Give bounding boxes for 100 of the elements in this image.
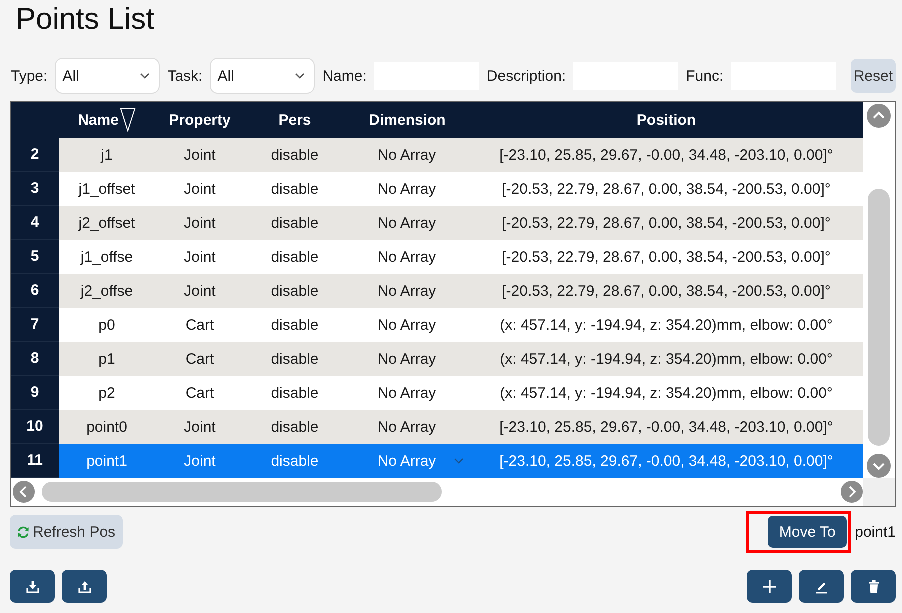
scroll-left-icon[interactable]: [13, 481, 35, 503]
table-cell-text: [-20.53, 22.79, 28.67, 0.00, 38.54, -200.53, 0.00]°: [501, 180, 832, 200]
move-to-button[interactable]: Move To: [768, 516, 848, 548]
filter-label: Task:: [168, 68, 203, 84]
row-number: 3: [11, 172, 59, 206]
table-cell-text: disable: [270, 418, 320, 438]
edit-button[interactable]: [799, 570, 844, 603]
table-cell-text: [-23.10, 25.85, 29.67, -0.00, 34.48, -203.10, 0.00]°: [498, 452, 834, 472]
table-cell-text: disable: [270, 316, 320, 336]
table-cell-text: No Array: [376, 350, 438, 370]
table-cell-text: Joint: [183, 282, 217, 302]
row-number: 11: [11, 444, 59, 478]
scroll-down-icon[interactable]: [867, 454, 891, 478]
table-cell-text: Joint: [183, 180, 217, 200]
table-cell-text: disable: [270, 146, 320, 166]
row-number: 5: [11, 240, 59, 274]
upload-button[interactable]: [62, 570, 107, 603]
table-cell-text: (x: 457.14, y: -194.94, z: 354.20)mm, elbow: 0.00°: [499, 350, 834, 370]
table-cell-text: j1_offset: [77, 180, 136, 200]
table-cell-text: No Array: [376, 146, 438, 166]
table-cell-text: disable: [270, 214, 320, 234]
table-cell-text: [-20.53, 22.79, 28.67, 0.00, 38.54, -200.53, 0.00]°: [501, 248, 832, 268]
reset-button[interactable]: Reset: [850, 59, 896, 93]
table-cell-text: disable: [270, 384, 320, 404]
page-title: Points List: [16, 2, 156, 38]
table-cell-text: p0: [98, 316, 116, 336]
plus-icon: [762, 580, 776, 594]
table-row[interactable]: 4 j2_offset Joint disable No Array [-20.53, 22.79, 28.67, 0.00, 38.54, -200.53, 0.00]°: [11, 206, 863, 240]
refresh-button[interactable]: Refresh Pos: [10, 515, 123, 549]
row-number: 6: [11, 274, 59, 308]
scroll-right-icon[interactable]: [841, 481, 863, 503]
row-number: 8: [11, 342, 59, 376]
table-cell-text: j1_offse: [80, 248, 134, 268]
table-cell-text: No Array: [376, 214, 438, 234]
table-cell-text: (x: 457.14, y: -194.94, z: 354.20)mm, elbow: 0.00°: [499, 316, 834, 336]
scrollbar-thumb[interactable]: [868, 189, 890, 446]
table-cell-text: p1: [98, 350, 116, 370]
table-cell-text: [-23.10, 25.85, 29.67, -0.00, 34.48, -203.10, 0.00]°: [498, 418, 834, 438]
table-cell-text: j1: [100, 146, 114, 166]
table-cell-text: disable: [270, 180, 320, 200]
row-number: 4: [11, 206, 59, 240]
table-cell-text: Joint: [183, 146, 217, 166]
column-header[interactable]: Property: [155, 102, 245, 138]
table-row[interactable]: 8 p1 Cart disable No Array (x: 457.14, y: -194.94, z: 354.20)mm, elbow: 0.00°: [11, 342, 863, 376]
sort-icon: [120, 108, 136, 132]
table-cell-text: j2_offse: [80, 282, 134, 302]
table-cell-text: No Array: [376, 316, 438, 336]
filter-label: Name:: [322, 68, 367, 84]
table-cell-text: No Array: [376, 282, 438, 302]
table-cell-text: No Array: [376, 418, 438, 438]
download-icon: [26, 580, 40, 594]
table-cell-text: Joint: [183, 248, 217, 268]
refresh-icon: [17, 526, 30, 538]
table-cell-text: No Array: [376, 384, 438, 404]
filter-label: Description:: [486, 68, 566, 84]
table-cell-text: Joint: [183, 418, 217, 438]
table-cell-text: Joint: [183, 214, 217, 234]
dropdown-field[interactable]: All: [54, 58, 160, 94]
scrollbar-corner: [863, 478, 895, 506]
pencil-icon: [814, 580, 828, 594]
scroll-up-icon[interactable]: [867, 104, 891, 128]
row-number: 9: [11, 376, 59, 410]
table-cell-text: disable: [270, 350, 320, 370]
column-header[interactable]: Name: [59, 102, 155, 138]
table-cell-text: No Array: [376, 452, 438, 472]
table-cell-text: Cart: [184, 316, 216, 336]
table-cell-text: No Array: [376, 248, 438, 268]
column-header[interactable]: Position: [470, 102, 863, 138]
table-cell-text: j2_offset: [77, 214, 136, 234]
table-cell-text: [-20.53, 22.79, 28.67, 0.00, 38.54, -200.53, 0.00]°: [501, 282, 832, 302]
table-row[interactable]: 11 point1 Joint disable No Array [-23.10, 25.85, 29.67, -0.00, 34.48, -203.10, 0.00]°: [11, 444, 863, 478]
caret-icon[interactable]: [454, 458, 464, 464]
download-button[interactable]: [10, 570, 55, 603]
table-cell-text: p2: [98, 384, 116, 404]
trash-icon: [866, 580, 880, 594]
table-row[interactable]: 10 point0 Joint disable No Array [-23.10, 25.85, 29.67, -0.00, 34.48, -203.10, 0.00]°: [11, 410, 863, 444]
scrollbar-thumb[interactable]: [42, 482, 442, 502]
column-header[interactable]: Dimension: [345, 102, 470, 138]
filter-label: Type:: [11, 68, 48, 84]
add-button[interactable]: [747, 570, 792, 603]
table-cell-text: (x: 457.14, y: -194.94, z: 354.20)mm, elbow: 0.00°: [499, 384, 834, 404]
table-cell-text: disable: [270, 248, 320, 268]
chevron-down-icon: [140, 73, 150, 79]
table-cell-text: Joint: [183, 452, 217, 472]
row-number: 2: [11, 138, 59, 172]
filter-label: Func:: [686, 68, 724, 84]
chevron-down-icon: [294, 73, 305, 79]
delete-button[interactable]: [851, 570, 896, 603]
table-cell-text: Cart: [184, 384, 216, 404]
table-cell-text: Cart: [184, 350, 216, 370]
table-row[interactable]: 6 j2_offse Joint disable No Array [-20.53, 22.79, 28.67, 0.00, 38.54, -200.53, 0.00]°: [11, 274, 863, 308]
dropdown-field[interactable]: All: [210, 58, 315, 94]
table-cell-text: point0: [86, 418, 128, 438]
column-header[interactable]: Pers: [245, 102, 345, 138]
point-name-label: point1: [855, 524, 896, 540]
table-cell-text: disable: [270, 282, 320, 302]
table-cell-text: [-23.10, 25.85, 29.67, -0.00, 34.48, -203.10, 0.00]°: [498, 146, 834, 166]
table-row[interactable]: 2 j1 Joint disable No Array [-23.10, 25.85, 29.67, -0.00, 34.48, -203.10, 0.00]°: [11, 138, 863, 172]
upload-icon: [78, 580, 92, 594]
row-number: 10: [11, 410, 59, 444]
